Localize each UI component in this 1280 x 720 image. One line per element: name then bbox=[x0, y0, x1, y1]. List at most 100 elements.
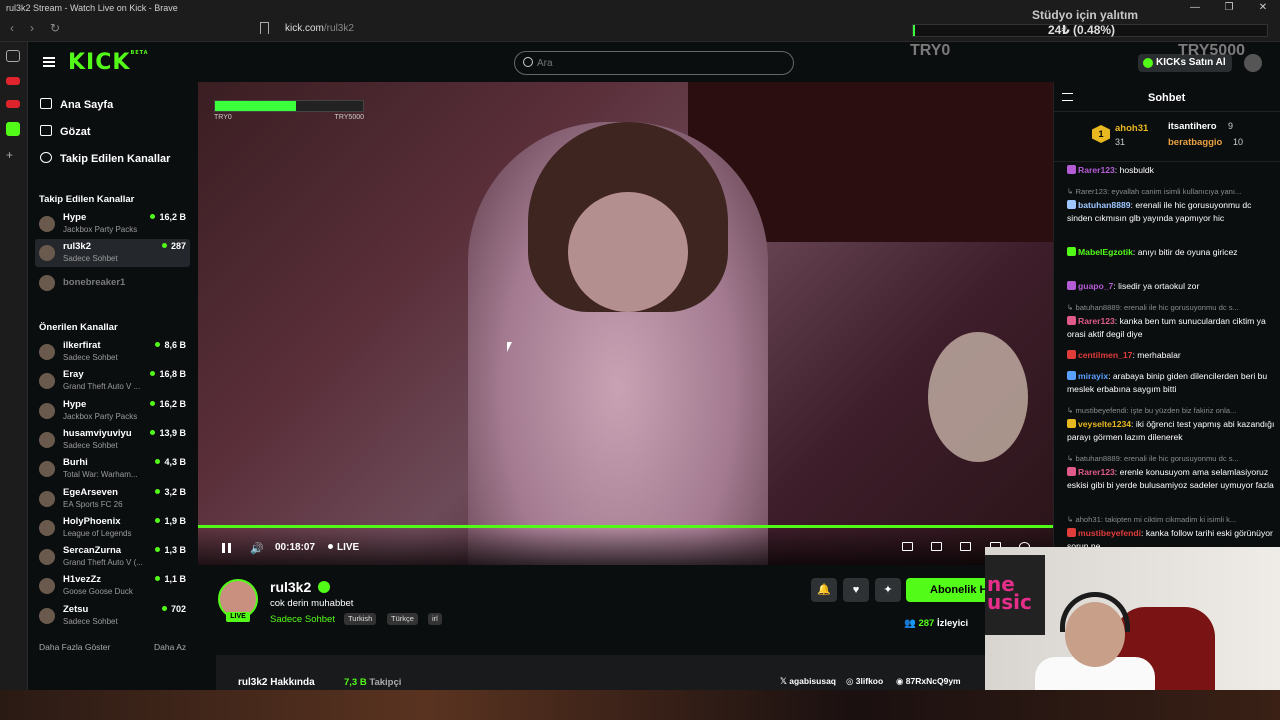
home-icon bbox=[40, 98, 52, 109]
channel-category: Grand Theft Auto V (... bbox=[63, 558, 143, 568]
user-avatar[interactable] bbox=[1244, 54, 1262, 72]
nav-following[interactable]: Takip Edilen Kanallar bbox=[40, 152, 170, 165]
chat-username[interactable]: Rarer123 bbox=[1078, 165, 1115, 175]
sidebar-panel-icon[interactable] bbox=[6, 50, 20, 62]
reload-icon[interactable]: ↻ bbox=[50, 21, 60, 35]
sidebar-channel-item[interactable]: Hype Jackbox Party Packs 16,2 B bbox=[35, 210, 190, 238]
tag-chip[interactable]: Türkçe bbox=[387, 613, 418, 625]
sidebar-channel-item[interactable]: H1vezZz Goose Goose Duck 1,1 B bbox=[35, 572, 190, 600]
browse-icon bbox=[40, 125, 52, 136]
youtube-icon[interactable] bbox=[6, 100, 20, 108]
chat-badge-icon bbox=[1067, 281, 1076, 290]
bookmark-icon[interactable] bbox=[260, 22, 269, 34]
sparkle-button[interactable]: ✦ bbox=[875, 578, 901, 602]
search-icon bbox=[523, 57, 533, 67]
in-stream-goal-max: TRY5000 bbox=[334, 114, 364, 121]
pause-button[interactable] bbox=[222, 543, 231, 553]
social-discord[interactable]: ◉ 87RxNcQ9ym bbox=[896, 676, 961, 687]
volume-icon[interactable]: 🔊 bbox=[250, 542, 264, 555]
tag-chip[interactable]: irl bbox=[428, 613, 442, 625]
sidebar-channel-item[interactable]: Hype Jackbox Party Packs 16,2 B bbox=[35, 397, 190, 425]
channel-name: Burhi bbox=[63, 457, 88, 469]
show-more-link[interactable]: Daha Fazla Göster bbox=[39, 642, 110, 652]
nav-home[interactable]: Ana Sayfa bbox=[40, 98, 113, 111]
chat-username[interactable]: mustibeyefendi bbox=[1078, 528, 1141, 538]
stream-goal-min: TRY0 bbox=[910, 42, 951, 59]
sidebar-channel-item[interactable]: bonebreaker1 bbox=[35, 269, 190, 297]
channel-viewers: 16,2 B bbox=[150, 399, 186, 409]
clip-icon[interactable] bbox=[931, 542, 942, 551]
chat-username[interactable]: centilmen_17 bbox=[1078, 350, 1132, 360]
tag-chip[interactable]: Turkish bbox=[344, 613, 377, 625]
chat-message: guapo_7: lisedir ya ortaokul zor bbox=[1067, 280, 1275, 293]
youtube-icon[interactable] bbox=[6, 77, 20, 85]
social-x[interactable]: 𝕏 agabisusaq bbox=[780, 676, 836, 687]
site-header: KICKBETA KICKs Satın Al bbox=[28, 42, 1280, 82]
channel-name: Eray bbox=[63, 369, 84, 381]
channel-category: Goose Goose Duck bbox=[63, 587, 133, 597]
channel-name[interactable]: rul3k2 bbox=[270, 579, 311, 595]
menu-icon[interactable] bbox=[43, 57, 55, 67]
search-bar[interactable] bbox=[514, 51, 794, 75]
video-player[interactable]: TRY0 TRY5000 🔊 00:18:07 LIVE bbox=[198, 82, 1053, 565]
channel-name: Hype bbox=[63, 212, 87, 223]
search-input[interactable] bbox=[537, 55, 777, 71]
heart-icon bbox=[40, 152, 52, 163]
add-icon[interactable]: + bbox=[6, 149, 20, 162]
sidebar-channel-item[interactable]: EgeArseven EA Sports FC 26 3,2 B bbox=[35, 485, 190, 513]
channel-viewers: 1,3 B bbox=[155, 545, 186, 555]
chat-username[interactable]: Rarer123 bbox=[1078, 467, 1115, 477]
kick-icon[interactable] bbox=[6, 122, 20, 136]
reply-text: mustibeyefendi: işte bu yüzden biz fakir… bbox=[1075, 406, 1237, 415]
leaderboard-user[interactable]: beratbaggio bbox=[1168, 137, 1222, 148]
chat-username[interactable]: batuhan8889 bbox=[1078, 200, 1131, 210]
gift-subscription-button[interactable]: Abonelik Hediye Et bbox=[906, 578, 996, 602]
chat-badge-icon bbox=[1067, 165, 1076, 174]
kick-logo[interactable]: KICKBETA bbox=[68, 50, 149, 75]
follow-button[interactable]: ♥ bbox=[843, 578, 869, 602]
chat-username[interactable]: veyselte1234 bbox=[1078, 419, 1131, 429]
stream-goal-progress: 24₺ (0.48%) bbox=[1048, 23, 1116, 37]
channel-viewers: 3,2 B bbox=[155, 487, 186, 497]
channel-viewers: 702 bbox=[162, 604, 186, 614]
social-instagram[interactable]: ◎ 3lifkoo bbox=[846, 676, 883, 687]
leaderboard-user[interactable]: itsantihero bbox=[1168, 121, 1217, 132]
notification-bell-button[interactable]: 🔔 bbox=[811, 578, 837, 602]
leaderboard-user[interactable]: ahoh31 bbox=[1115, 123, 1148, 134]
chat-messages[interactable]: Rarer123: hosbuldk ↳ Rarer123: eyvallah c… bbox=[1054, 164, 1280, 552]
channel-avatar bbox=[39, 549, 55, 566]
sidebar-channel-item[interactable]: husamviyuviyu Sadece Sohbet 13,9 B bbox=[35, 426, 190, 454]
theater-mode-icon[interactable] bbox=[960, 542, 971, 551]
sidebar-channel-item[interactable]: Burhi Total War: Warham... 4,3 B bbox=[35, 455, 190, 483]
minimize-button[interactable]: — bbox=[1178, 0, 1212, 16]
forward-icon[interactable]: › bbox=[30, 21, 34, 35]
sidebar-channel-item[interactable]: SercanZurna Grand Theft Auto V (... 1,3 B bbox=[35, 543, 190, 571]
show-less-link[interactable]: Daha Az bbox=[154, 642, 186, 652]
logo-beta: BETA bbox=[130, 50, 149, 56]
stream-category[interactable]: Sadece Sohbet bbox=[270, 614, 335, 625]
chat-message: Rarer123: erenle konusuyom ama selamlasi… bbox=[1067, 467, 1274, 490]
back-icon[interactable]: ‹ bbox=[10, 21, 14, 35]
close-button[interactable]: ✕ bbox=[1246, 0, 1280, 16]
sidebar-channel-item[interactable]: ilkerfirat Sadece Sohbet 8,6 B bbox=[35, 338, 190, 366]
chat-username[interactable]: MabelEgzotik bbox=[1078, 247, 1133, 257]
chat-username[interactable]: guapo_7 bbox=[1078, 281, 1113, 291]
chat-username[interactable]: Rarer123 bbox=[1078, 316, 1115, 326]
chat-reply-context: ↳ batuhan8889: erenali ile hic gorusuyon… bbox=[1067, 454, 1239, 463]
chat-badge-icon bbox=[1067, 350, 1076, 359]
chat-badge-icon bbox=[1067, 247, 1076, 256]
nav-browse[interactable]: Gözat bbox=[40, 125, 91, 138]
channel-name: bonebreaker1 bbox=[63, 276, 126, 288]
sidebar-channel-item[interactable]: Zetsu Sadece Sohbet 702 bbox=[35, 602, 190, 630]
collapse-chat-icon[interactable] bbox=[1062, 93, 1073, 101]
sidebar-channel-item[interactable]: Eray Grand Theft Auto V ... 16,8 B bbox=[35, 367, 190, 395]
pip-icon[interactable] bbox=[902, 542, 913, 551]
sidebar-channel-item[interactable]: HolyPhoenix League of Legends 1,9 B bbox=[35, 514, 190, 542]
maximize-button[interactable]: ❐ bbox=[1212, 0, 1246, 16]
channel-name: ilkerfirat bbox=[63, 340, 101, 351]
viewer-count-label: İzleyici bbox=[936, 618, 969, 629]
live-indicator[interactable]: LIVE bbox=[328, 542, 359, 553]
address-bar[interactable]: kick.com/rul3k2 bbox=[285, 16, 354, 42]
sidebar-channel-item[interactable]: rul3k2 Sadece Sohbet 287 bbox=[35, 239, 190, 268]
chat-username[interactable]: mirayix bbox=[1078, 371, 1108, 381]
